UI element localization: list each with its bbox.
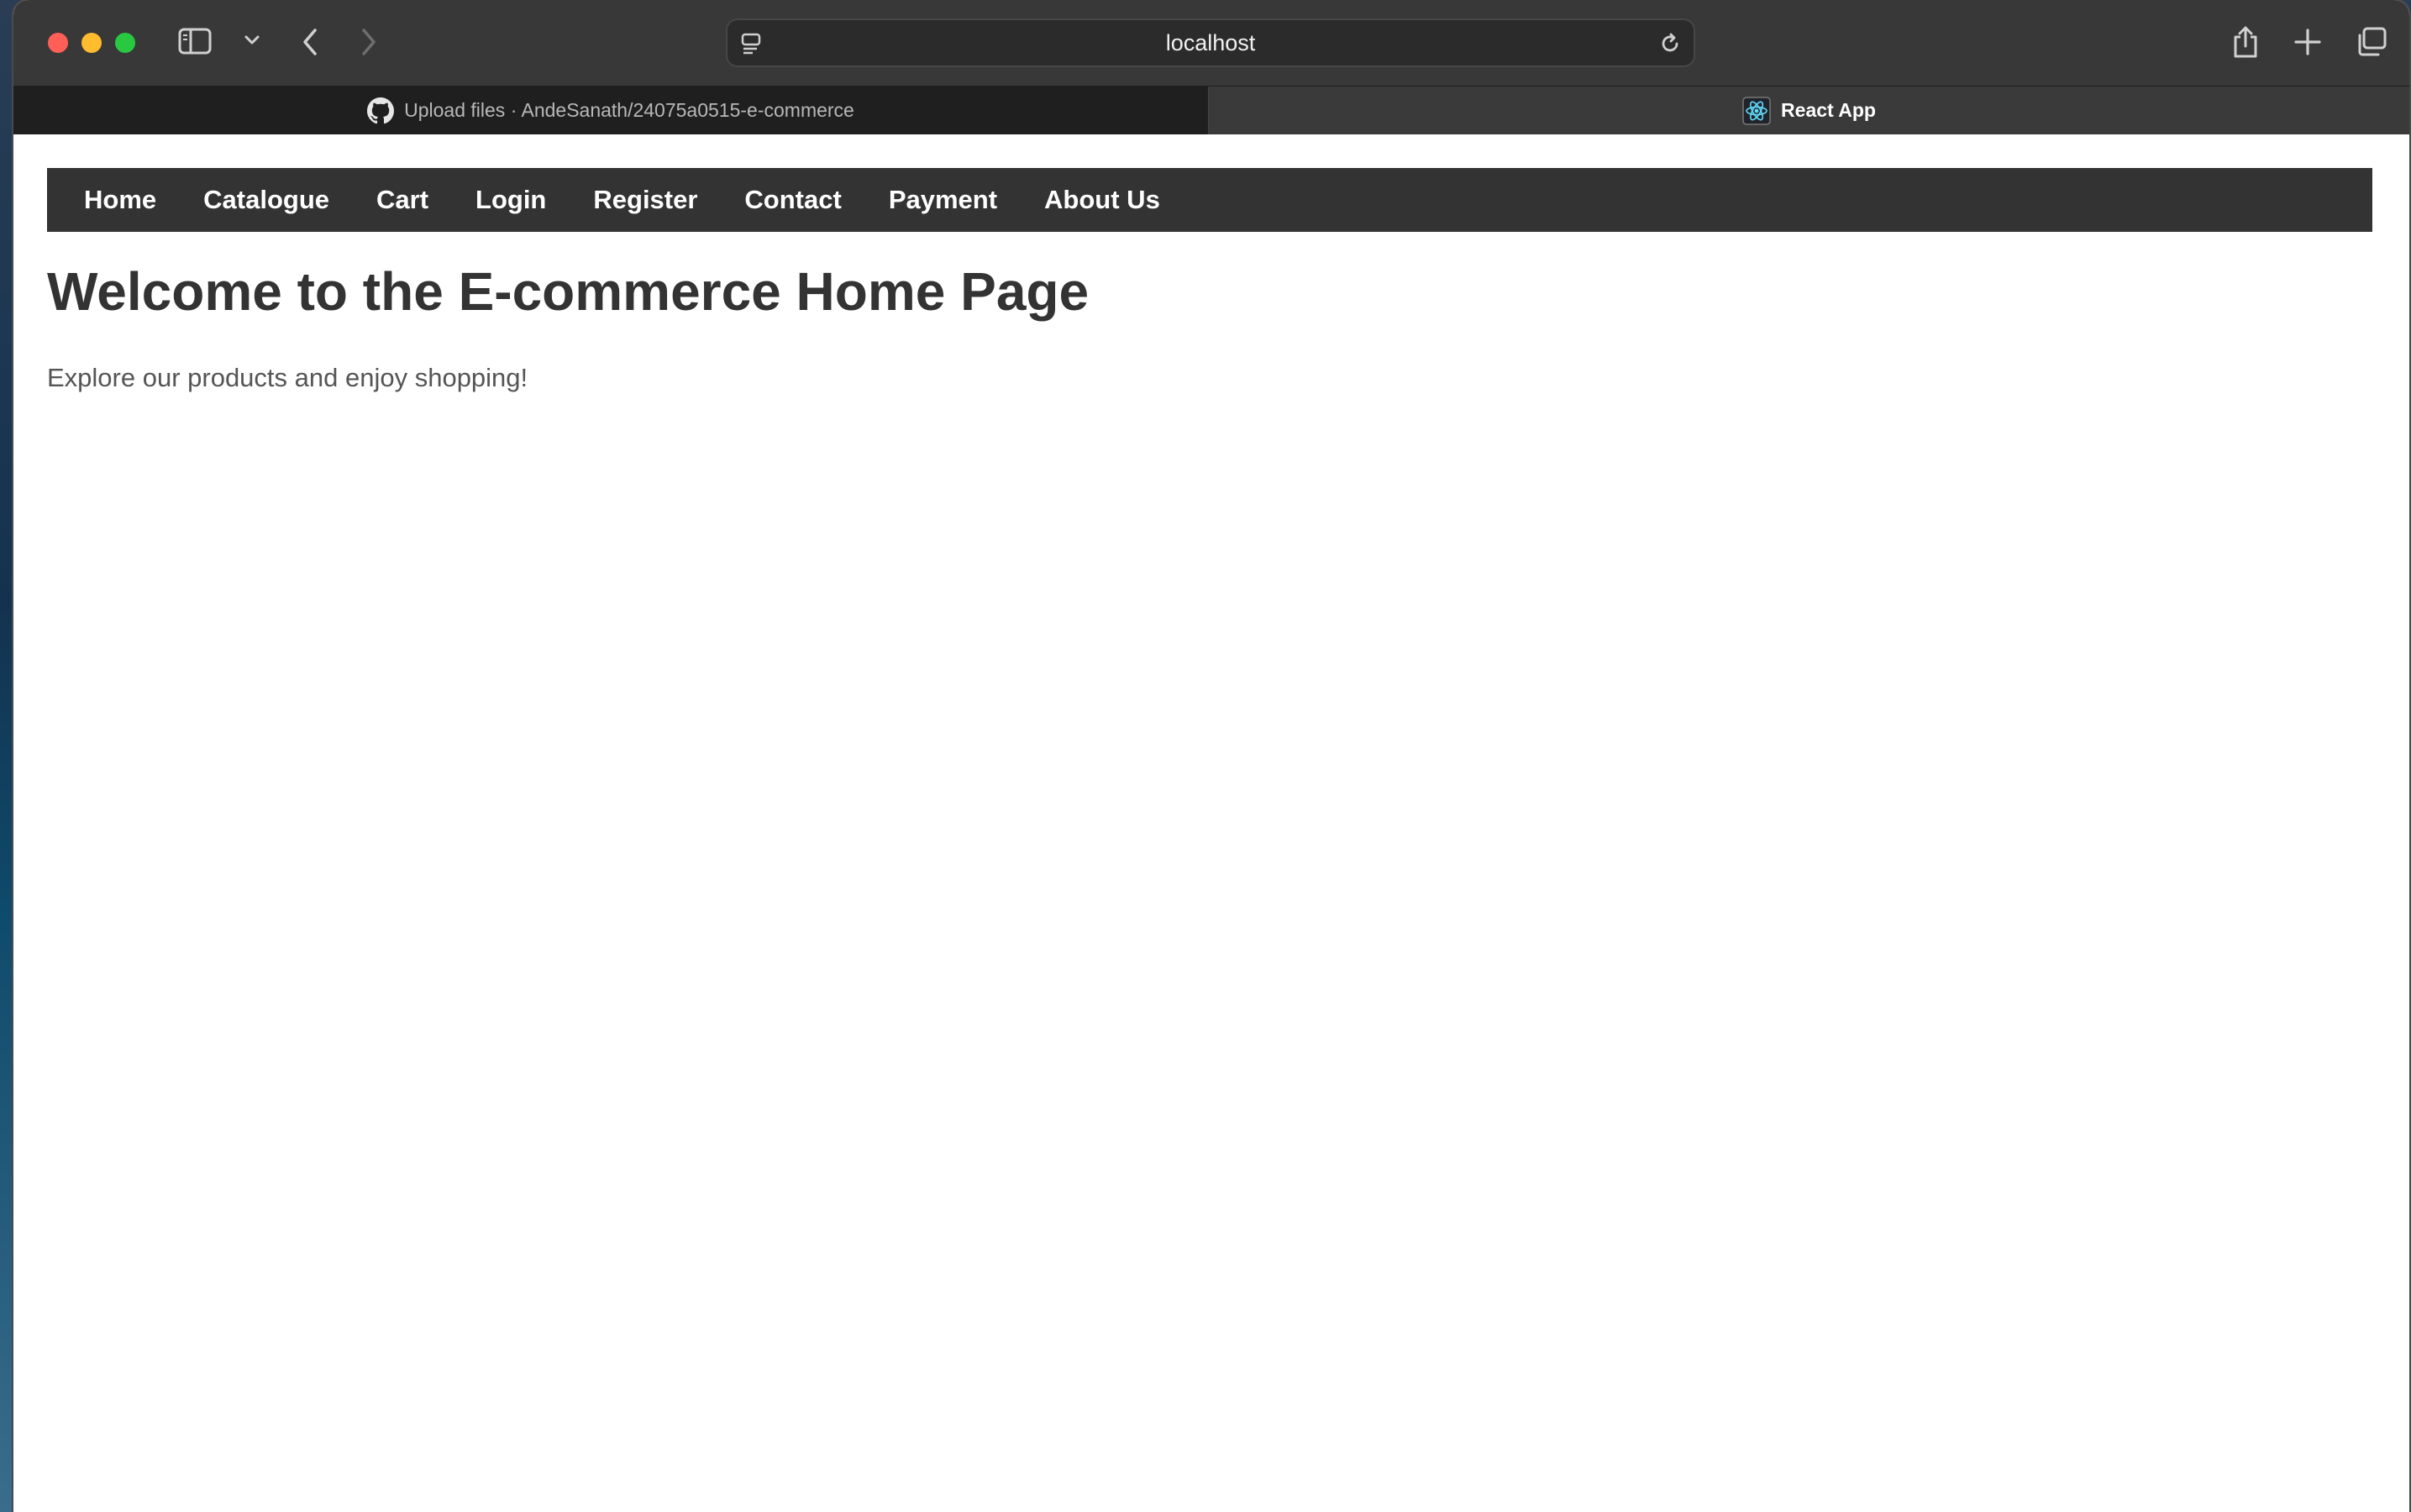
nav-link-home[interactable]: Home <box>60 168 180 232</box>
tab-title: React App <box>1781 99 1876 121</box>
react-icon <box>1742 96 1771 125</box>
browser-toolbar: localhost <box>13 0 2409 86</box>
tab-react-app[interactable]: React App <box>1209 87 2409 134</box>
github-icon <box>367 97 395 124</box>
sidebar-toggle-icon[interactable] <box>178 27 212 55</box>
tab-overview-icon[interactable] <box>2356 27 2387 57</box>
page-title: Welcome to the E-commerce Home Page <box>47 261 1090 322</box>
window-close-button[interactable] <box>48 33 68 53</box>
address-bar[interactable]: localhost <box>726 18 1695 67</box>
browser-window: localhost Upload files · AndeSanath/2407… <box>13 0 2409 1512</box>
reload-icon[interactable] <box>1658 32 1682 60</box>
tab-bar: Upload files · AndeSanath/24075a0515-e-c… <box>13 86 2409 134</box>
nav-link-catalogue[interactable]: Catalogue <box>180 168 353 232</box>
nav-link-contact[interactable]: Contact <box>721 168 864 232</box>
share-icon[interactable] <box>2231 25 2260 59</box>
back-arrow-icon[interactable] <box>299 27 321 57</box>
url-text[interactable]: localhost <box>728 20 1694 66</box>
window-minimize-button[interactable] <box>81 33 102 53</box>
nav-link-payment[interactable]: Payment <box>865 168 1021 232</box>
tab-title: Upload files · AndeSanath/24075a0515-e-c… <box>404 99 854 121</box>
page-subtitle: Explore our products and enjoy shopping! <box>47 363 528 392</box>
chevron-down-icon[interactable] <box>244 34 260 47</box>
new-tab-icon[interactable] <box>2293 28 2322 56</box>
tab-github-upload[interactable]: Upload files · AndeSanath/24075a0515-e-c… <box>13 87 1209 134</box>
page-viewport: Home Catalogue Cart Login Register Conta… <box>13 134 2409 1512</box>
forward-arrow-icon[interactable] <box>358 27 380 57</box>
window-maximize-button[interactable] <box>115 33 135 53</box>
nav-link-cart[interactable]: Cart <box>353 168 452 232</box>
nav-link-login[interactable]: Login <box>452 168 570 232</box>
nav-link-register[interactable]: Register <box>570 168 721 232</box>
site-navbar: Home Catalogue Cart Login Register Conta… <box>47 168 2372 232</box>
nav-link-about-us[interactable]: About Us <box>1021 168 1184 232</box>
